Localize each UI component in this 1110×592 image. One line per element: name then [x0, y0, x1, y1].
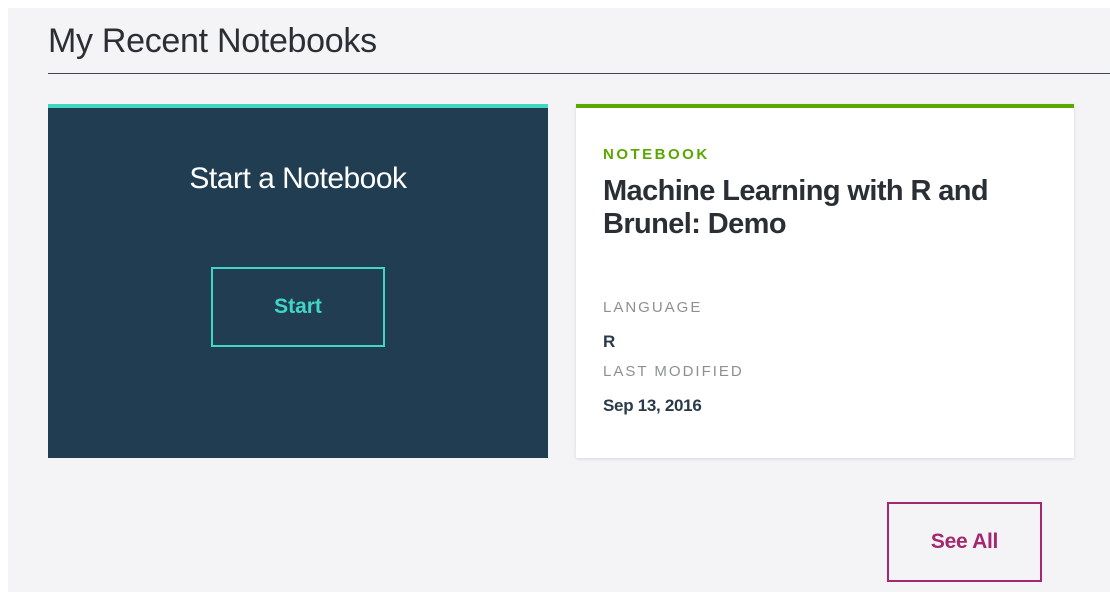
last-modified-label: LAST MODIFIED	[603, 363, 744, 380]
notebook-card[interactable]: NOTEBOOK Machine Learning with R and Bru…	[576, 104, 1074, 458]
notebook-type-label: NOTEBOOK	[603, 146, 710, 163]
see-all-button[interactable]: See All	[887, 502, 1042, 582]
title-divider	[48, 73, 1110, 74]
last-modified-value: Sep 13, 2016	[603, 396, 702, 415]
section-title: My Recent Notebooks	[48, 22, 377, 60]
language-label: LANGUAGE	[603, 299, 703, 316]
start-notebook-card: Start a Notebook Start	[48, 104, 548, 458]
notebook-title[interactable]: Machine Learning with R and Brunel: Demo	[603, 175, 1043, 241]
start-button[interactable]: Start	[211, 267, 385, 347]
start-notebook-title: Start a Notebook	[189, 162, 407, 195]
language-value: R	[603, 332, 615, 351]
